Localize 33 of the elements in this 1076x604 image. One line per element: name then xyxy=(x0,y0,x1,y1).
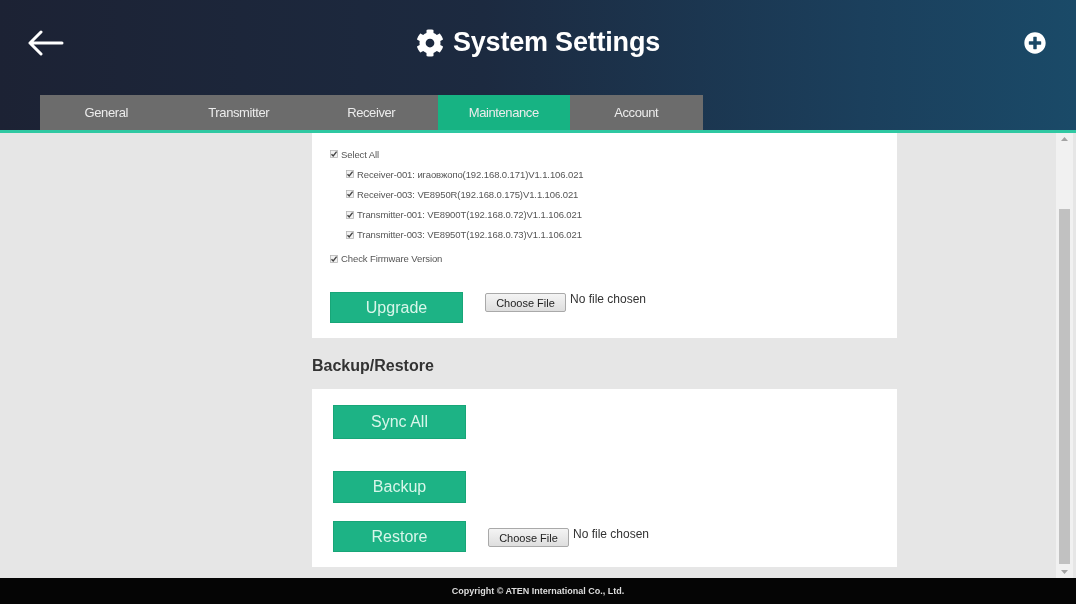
tab[interactable]: Receiver xyxy=(305,95,438,130)
checkbox[interactable] xyxy=(346,210,354,219)
scrollbar[interactable] xyxy=(1056,133,1073,578)
checkbox-label: Transmitter-001: VE8900T(192.168.0.72)V1.1.106.021 xyxy=(357,209,582,221)
checkbox[interactable] xyxy=(330,254,338,263)
checkbox[interactable] xyxy=(346,230,354,239)
upgrade-button[interactable]: Upgrade xyxy=(330,292,463,324)
restore-button[interactable]: Restore xyxy=(333,521,466,552)
section-title: Backup/Restore xyxy=(312,356,434,375)
backup-button[interactable]: Backup xyxy=(333,471,466,503)
tab[interactable]: Account xyxy=(570,95,703,130)
gear-icon xyxy=(415,28,444,57)
checkbox-label: Transmitter-003: VE8950T(192.168.0.73)V1.1.106.021 xyxy=(357,229,582,241)
add-icon[interactable] xyxy=(1024,31,1046,54)
sync-all-button[interactable]: Sync All xyxy=(333,405,466,439)
checkbox-label: Check Firmware Version xyxy=(341,253,443,265)
tab[interactable]: Maintenance xyxy=(437,95,570,130)
back-arrow-icon[interactable] xyxy=(28,29,64,56)
tab[interactable]: General xyxy=(40,95,173,130)
file-status-text: No file chosen xyxy=(573,527,650,541)
checkbox-label: Select All xyxy=(341,148,380,160)
scrollbar-thumb[interactable] xyxy=(1059,209,1070,564)
tab[interactable]: Transmitter xyxy=(172,95,305,130)
checkbox-label: Receiver-001: игаовжопо(192.168.0.171)V1.1.106.021 xyxy=(357,168,584,180)
copyright-text: Copyright © ATEN International Co., Ltd. xyxy=(451,586,625,596)
checkbox[interactable] xyxy=(330,150,338,159)
checkbox-label: Receiver-003: VE8950R(192.168.0.175)V1.1.106.021 xyxy=(357,188,579,200)
page-title: System Settings xyxy=(452,27,661,58)
file-status-text: No file chosen xyxy=(570,292,647,307)
checkbox[interactable] xyxy=(346,190,354,199)
choose-file-button[interactable]: Choose File xyxy=(488,528,569,547)
choose-file-button[interactable]: Choose File xyxy=(485,293,566,313)
checkbox[interactable] xyxy=(346,170,354,179)
